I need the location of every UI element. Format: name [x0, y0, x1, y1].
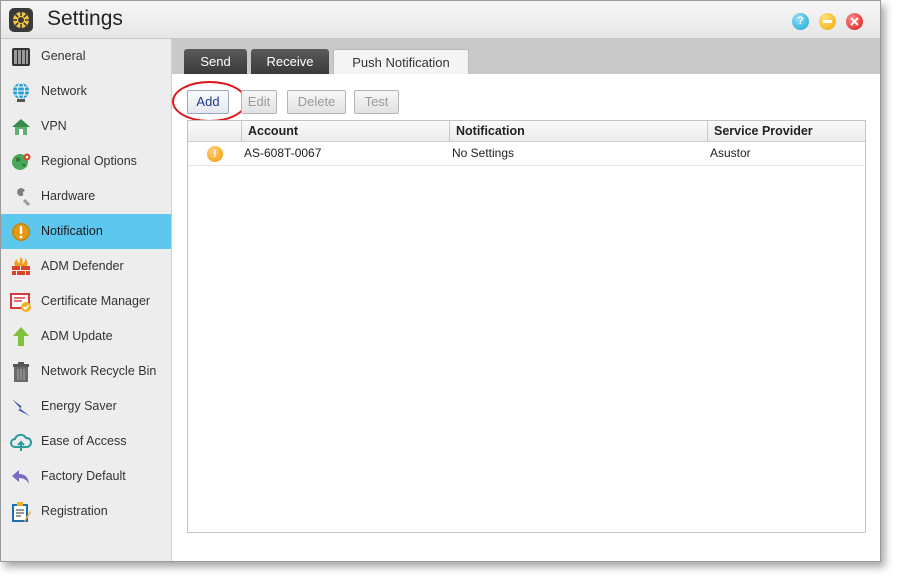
sidebar-item-network-recycle-bin[interactable]: Network Recycle Bin — [1, 354, 171, 389]
sidebar-item-vpn[interactable]: VPN — [1, 109, 171, 144]
wrench-icon — [14, 188, 31, 207]
column-header-notification[interactable]: Notification — [449, 121, 706, 142]
tab-bar: Send Receive Push Notification — [172, 39, 880, 74]
sidebar-item-label: Network — [41, 84, 87, 98]
sidebar-item-registration[interactable]: Registration — [1, 494, 171, 529]
sidebar-item-label: VPN — [41, 119, 67, 133]
firewall-icon — [12, 257, 30, 275]
highlight-annotation — [172, 81, 247, 122]
notification-cell: No Settings — [452, 146, 515, 160]
update-arrow-icon — [13, 327, 29, 346]
undo-icon — [12, 470, 29, 484]
sidebar-item-label: Regional Options — [41, 154, 137, 168]
sidebar-item-label: Hardware — [41, 189, 96, 203]
account-cell: AS-608T-0067 — [244, 146, 322, 160]
table-header: Account Notification Service Provider — [188, 121, 865, 142]
settings-app-icon — [9, 8, 33, 32]
test-button[interactable]: Test — [354, 90, 399, 114]
column-header-account[interactable]: Account — [241, 121, 449, 142]
sidebar-item-label: Energy Saver — [41, 399, 117, 413]
vpn-house-icon — [12, 119, 30, 135]
account-table: Account Notification Service Provider ! … — [187, 120, 866, 533]
sidebar: General Network VPN Regional Options Har… — [1, 39, 172, 561]
title-bar: Settings ? — [1, 1, 880, 39]
delete-button[interactable]: Delete — [287, 90, 346, 114]
lightning-icon — [12, 399, 30, 416]
provider-cell: Asustor — [710, 146, 751, 160]
sidebar-item-label: Factory Default — [41, 469, 126, 483]
window-title: Settings — [47, 7, 123, 30]
column-header-service-provider[interactable]: Service Provider — [707, 121, 866, 142]
sidebar-item-label: ADM Defender — [41, 259, 124, 273]
certificate-icon — [10, 293, 31, 312]
edit-button[interactable]: Edit — [241, 90, 277, 114]
cloud-icon — [10, 433, 32, 451]
globe-icon — [13, 82, 29, 102]
warning-icon: ! — [207, 146, 223, 162]
clipboard-icon — [12, 502, 31, 522]
tab-receive[interactable]: Receive — [251, 49, 329, 74]
sidebar-item-network[interactable]: Network — [1, 74, 171, 109]
sidebar-item-label: General — [41, 49, 86, 63]
trash-icon — [13, 362, 29, 382]
tab-send[interactable]: Send — [184, 49, 247, 74]
help-icon[interactable]: ? — [792, 13, 809, 30]
table-row[interactable]: ! AS-608T-0067 No Settings Asustor — [188, 142, 865, 166]
sidebar-item-label: ADM Update — [41, 329, 113, 343]
settings-window: Settings ? General Network VPN Regional … — [0, 0, 881, 562]
sidebar-item-label: Notification — [41, 224, 103, 238]
regional-globe-icon — [12, 153, 31, 170]
main-content: Send Receive Push Notification Add Edit … — [172, 39, 880, 561]
notification-alert-icon — [12, 223, 30, 241]
nas-device-icon — [12, 48, 30, 66]
sidebar-item-label: Network Recycle Bin — [41, 364, 157, 378]
sidebar-item-hardware[interactable]: Hardware — [1, 179, 171, 214]
tab-push-notification[interactable]: Push Notification — [333, 49, 469, 74]
sidebar-item-certificate-manager[interactable]: Certificate Manager — [1, 284, 171, 319]
close-icon[interactable] — [846, 13, 863, 30]
sidebar-item-factory-default[interactable]: Factory Default — [1, 459, 171, 494]
sidebar-item-notification[interactable]: Notification — [1, 214, 171, 249]
sidebar-item-label: Registration — [41, 504, 108, 518]
sidebar-item-general[interactable]: General — [1, 39, 171, 74]
sidebar-item-adm-update[interactable]: ADM Update — [1, 319, 171, 354]
sidebar-item-label: Ease of Access — [41, 434, 127, 448]
sidebar-item-adm-defender[interactable]: ADM Defender — [1, 249, 171, 284]
sidebar-item-regional-options[interactable]: Regional Options — [1, 144, 171, 179]
sidebar-item-ease-of-access[interactable]: Ease of Access — [1, 424, 171, 459]
sidebar-item-energy-saver[interactable]: Energy Saver — [1, 389, 171, 424]
minimize-icon[interactable] — [819, 13, 836, 30]
sidebar-item-label: Certificate Manager — [41, 294, 151, 308]
toolbar: Add Edit Delete Test — [172, 74, 880, 122]
